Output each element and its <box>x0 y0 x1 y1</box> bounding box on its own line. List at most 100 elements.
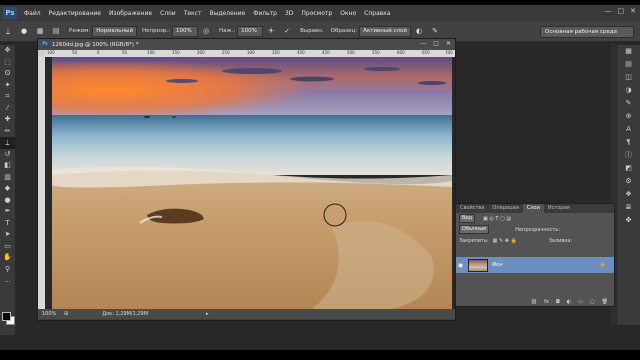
foreground-color-swatch[interactable] <box>2 312 11 321</box>
swatches-panel-icon[interactable]: ▤ <box>617 58 640 71</box>
hand-tool-icon[interactable]: ✋ <box>0 252 15 264</box>
ignore-adjustment-icon[interactable]: ◐ <box>414 26 424 36</box>
shape-tool-icon[interactable]: ▭ <box>0 241 15 253</box>
clone-source-panel-icon[interactable]: ⊕ <box>617 110 640 123</box>
brush-panel-icon[interactable]: ✎ <box>617 97 640 110</box>
canvas-area[interactable] <box>45 57 455 309</box>
dodge-tool-icon[interactable]: ● <box>0 195 15 207</box>
ruler-corner[interactable] <box>38 50 45 57</box>
lasso-tool-icon[interactable]: ʘ <box>0 68 15 80</box>
layer-row-background[interactable]: ◉ Фон 🔒 <box>456 257 614 273</box>
adjustments-panel-icon[interactable]: ◑ <box>617 84 640 97</box>
clone-stamp-tool-icon[interactable]: ⍊ <box>0 137 15 149</box>
paragraph-panel-icon[interactable]: ¶ <box>617 136 640 149</box>
tab-properties[interactable]: Свойства <box>456 204 488 213</box>
menu-type[interactable]: Текст <box>180 10 206 17</box>
quick-select-tool-icon[interactable]: ✦ <box>0 80 15 92</box>
menu-image[interactable]: Изображение <box>105 10 156 17</box>
lock-row: Закрепить: ▦ ✎ ✥ 🔒 Заливка: <box>456 235 614 246</box>
brush-tool-icon[interactable]: ✏ <box>0 126 15 138</box>
ruler-tick: 600 <box>397 50 405 55</box>
paths-panel-icon[interactable]: ✤ <box>617 214 640 227</box>
brush-preset-icon[interactable]: ● <box>19 26 29 36</box>
character-panel-icon[interactable]: A <box>617 123 640 136</box>
menu-help[interactable]: Справка <box>360 10 394 17</box>
filter-icons[interactable]: ▣ ◎ T ▢ ▤ <box>483 216 511 222</box>
fx-icon[interactable]: fx <box>544 299 549 305</box>
brush-panel-icon[interactable]: ▦ <box>35 26 45 36</box>
link-layers-icon[interactable]: ⛓ <box>531 299 537 305</box>
menu-edit[interactable]: Редактирование <box>45 10 105 17</box>
info-panel-icon[interactable]: ⓘ <box>617 149 640 162</box>
history-brush-tool-icon[interactable]: ↺ <box>0 149 15 161</box>
horizontal-ruler[interactable]: 100 50 0 50 100 150 200 250 300 350 400 … <box>45 50 455 57</box>
clone-stamp-tool-icon[interactable]: ⍊ <box>3 26 13 36</box>
align-checkbox-icon[interactable]: ✓ <box>282 26 292 36</box>
path-select-tool-icon[interactable]: ➤ <box>0 229 15 241</box>
move-tool-icon[interactable]: ✥ <box>0 45 15 57</box>
pressure-size-icon[interactable]: ✎ <box>430 26 440 36</box>
tab-layers[interactable]: Слои <box>522 204 544 213</box>
blur-tool-icon[interactable]: ◆ <box>0 183 15 195</box>
navigator-panel-icon[interactable]: ◩ <box>617 162 640 175</box>
ruler-tick: 0 <box>97 50 100 55</box>
maximize-button[interactable]: □ <box>618 7 625 15</box>
gradient-tool-icon[interactable]: ▥ <box>0 172 15 184</box>
channels-panel-icon[interactable]: ≣ <box>617 201 640 214</box>
opacity-label: Непрозрачность: <box>515 226 561 233</box>
workspace-select[interactable]: Основная рабочая среда <box>540 26 634 38</box>
menu-file[interactable]: Файл <box>20 10 45 17</box>
photoshop-window: Ps Файл Редактирование Изображение Слои … <box>0 5 640 350</box>
document-tab[interactable]: Ps 1260dd.jpg @ 100% (RGB/8*) * — □ ✕ <box>38 39 455 50</box>
minimize-button[interactable]: — <box>605 7 612 15</box>
menu-select[interactable]: Выделение <box>205 10 249 17</box>
new-layer-icon[interactable]: ▢ <box>590 299 595 305</box>
zoom-level[interactable]: 100% <box>42 311 64 317</box>
type-tool-icon[interactable]: T <box>0 218 15 230</box>
status-expand-icon[interactable]: ⊞ <box>64 311 68 317</box>
document-window: Ps 1260dd.jpg @ 100% (RGB/8*) * — □ ✕ 10… <box>37 38 456 321</box>
menu-3d[interactable]: 3D <box>281 10 297 17</box>
more-tools-icon[interactable]: … <box>0 275 15 287</box>
styles-panel-icon[interactable]: ◫ <box>617 71 640 84</box>
pressure-input[interactable]: 100% <box>237 25 264 37</box>
layer-comps-panel-icon[interactable]: ❖ <box>617 188 640 201</box>
color-panel-icon[interactable]: ▦ <box>617 45 640 58</box>
doc-maximize-button[interactable]: □ <box>433 40 439 47</box>
doc-minimize-button[interactable]: — <box>420 40 426 47</box>
tab-history[interactable]: История <box>544 204 574 213</box>
opacity-input[interactable]: 100% <box>172 25 199 37</box>
blend-mode-select[interactable]: Обычные <box>459 225 490 234</box>
sample-select[interactable]: Активный слой <box>359 25 412 37</box>
beach-photo[interactable] <box>52 57 452 309</box>
eyedropper-tool-icon[interactable]: ⁄ <box>0 103 15 115</box>
doc-close-button[interactable]: ✕ <box>446 40 451 47</box>
clone-source-icon[interactable]: ▤ <box>51 26 61 36</box>
menu-layers[interactable]: Слои <box>156 10 180 17</box>
crop-tool-icon[interactable]: ⌗ <box>0 91 15 103</box>
tool-presets-panel-icon[interactable]: ⚙ <box>617 175 640 188</box>
tab-actions[interactable]: Операции <box>488 204 522 213</box>
menu-window[interactable]: Окно <box>336 10 360 17</box>
status-menu-icon[interactable]: ▸ <box>206 311 209 317</box>
menu-view[interactable]: Просмотр <box>297 10 336 17</box>
layer-filter-select[interactable]: Вид <box>459 214 476 223</box>
visibility-eye-icon[interactable]: ◉ <box>456 262 465 269</box>
healing-brush-tool-icon[interactable]: ✚ <box>0 114 15 126</box>
airbrush-icon[interactable]: ✈ <box>266 26 276 36</box>
lock-icons[interactable]: ▦ ✎ ✥ 🔒 <box>493 238 517 244</box>
zoom-tool-icon[interactable]: ⚲ <box>0 264 15 276</box>
mask-icon[interactable]: ◘ <box>556 299 560 305</box>
marquee-tool-icon[interactable]: ⬚ <box>0 57 15 69</box>
eraser-tool-icon[interactable]: ◧ <box>0 160 15 172</box>
adjustment-layer-icon[interactable]: ◐ <box>567 299 571 305</box>
pen-tool-icon[interactable]: ✒ <box>0 206 15 218</box>
menu-filter[interactable]: Фильтр <box>249 10 281 17</box>
close-button[interactable]: ✕ <box>630 7 636 15</box>
pressure-opacity-icon[interactable]: ◎ <box>201 26 211 36</box>
group-icon[interactable]: ▭ <box>578 299 583 305</box>
panel-icons-column: ▦ ▤ ◫ ◑ ✎ ⊕ A ¶ ⓘ ◩ ⚙ ❖ ≣ ✤ <box>617 45 640 325</box>
delete-layer-icon[interactable]: 🗑 <box>602 299 608 305</box>
vertical-ruler[interactable] <box>38 57 45 309</box>
mode-select[interactable]: Нормальный <box>92 25 138 37</box>
